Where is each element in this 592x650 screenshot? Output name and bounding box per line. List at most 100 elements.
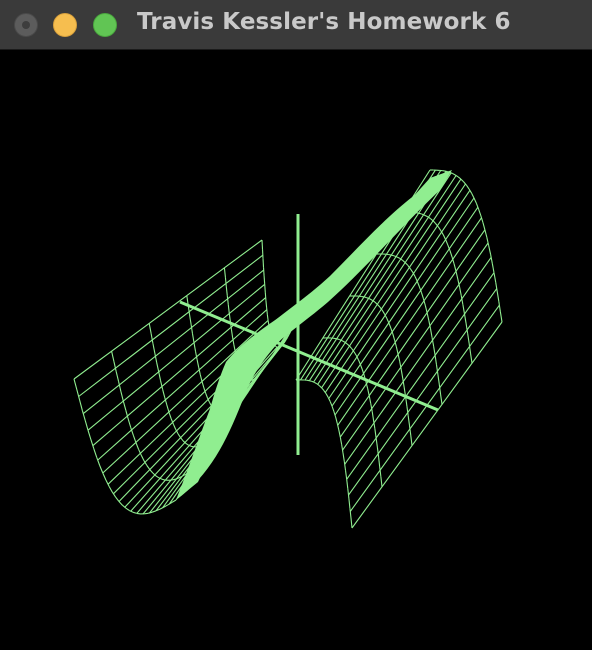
left-ribbon-rail <box>263 275 266 285</box>
left-ribbon-rail <box>118 501 123 506</box>
left-ribbon-rail <box>115 496 120 502</box>
left-ribbon-rail <box>99 465 104 474</box>
right-ribbon-rail <box>353 351 357 356</box>
left-ribbon-rail <box>196 359 200 368</box>
right-ribbon-rail <box>339 437 343 445</box>
left-ribbon-rail <box>129 510 134 513</box>
zoom-button[interactable] <box>93 13 117 37</box>
close-button[interactable] <box>14 13 38 37</box>
surface-center-band <box>176 170 452 500</box>
left-ribbon-rail <box>155 475 160 479</box>
right-ribbon-rail <box>341 444 344 453</box>
right-ribbon-rail <box>325 393 329 398</box>
right-ribbon-rail <box>361 295 365 298</box>
right-ribbon-rail <box>442 170 447 172</box>
right-ribbon-rail <box>349 345 353 350</box>
right-ribbon-rail <box>473 197 477 204</box>
left-ribbon-rail <box>193 342 197 352</box>
left-ribbon-rail <box>93 448 98 458</box>
app-window: Travis Kessler's Homework 6 <box>0 0 592 650</box>
left-ribbon-rail <box>190 324 194 334</box>
left-ribbon-rail <box>122 400 127 411</box>
right-ribbon-rail <box>496 291 500 302</box>
right-ribbon-rail <box>346 479 349 489</box>
right-ribbon-rung <box>344 257 492 465</box>
right-ribbon-rail <box>350 517 353 529</box>
render-canvas[interactable] <box>0 50 592 650</box>
right-ribbon-rail <box>482 222 486 230</box>
right-ribbon-rung <box>349 304 500 512</box>
left-ribbon-rail <box>156 362 160 372</box>
right-ribbon-rail <box>410 435 413 446</box>
right-ribbon-rail <box>341 340 345 343</box>
left-ribbon-rail <box>233 344 236 352</box>
left-ribbon-rail <box>199 374 203 382</box>
left-ribbon-rail <box>140 455 145 461</box>
right-ribbon-rail <box>445 239 449 246</box>
left-ribbon-rail <box>118 381 122 392</box>
right-ribbon-rail <box>490 254 493 264</box>
left-ribbon-rail <box>148 323 152 334</box>
right-ribbon-rail <box>449 250 453 258</box>
right-ribbon-rail <box>395 346 399 355</box>
right-ribbon-rail <box>375 437 378 448</box>
right-ribbon-rail <box>321 387 325 391</box>
left-ribbon-rail <box>175 477 179 480</box>
left-ribbon-rail <box>171 478 176 481</box>
left-ribbon-rail <box>154 352 158 363</box>
left-ribbon-rail <box>135 442 140 450</box>
right-ribbon-rail <box>437 374 440 385</box>
right-ribbon-rail <box>460 178 465 183</box>
left-ribbon-rail <box>76 389 81 401</box>
title-bar[interactable]: Travis Kessler's Homework 6 <box>0 0 592 50</box>
right-ribbon-rail <box>462 304 466 315</box>
right-ribbon-rail <box>338 429 341 438</box>
right-ribbon-rail <box>316 383 320 387</box>
right-ribbon-rail <box>333 337 337 340</box>
right-ribbon-rail <box>424 305 428 313</box>
right-ribbon-rail <box>416 280 420 287</box>
right-ribbon-rail <box>309 380 313 382</box>
left-ribbon-rail <box>194 351 198 360</box>
right-ribbon-rail <box>434 355 438 365</box>
right-ribbon-rail <box>367 388 370 396</box>
left-ribbon-rail <box>262 267 265 276</box>
left-ribbon-rail <box>152 343 156 354</box>
left-ribbon-rail <box>262 258 265 268</box>
right-ribbon-rail <box>463 313 467 324</box>
right-ribbon-rail <box>314 381 318 385</box>
left-ribbon-rail <box>166 404 170 413</box>
right-ribbon-rail <box>493 272 497 283</box>
left-ribbon-rail <box>171 499 177 503</box>
left-ribbon-rail <box>84 420 89 431</box>
right-ribbon-rail <box>349 508 352 519</box>
left-ribbon-rail <box>232 337 235 345</box>
left-ribbon-rail <box>162 389 166 398</box>
left-ribbon-rail <box>168 411 172 419</box>
right-ribbon-rail <box>306 379 310 382</box>
right-ribbon-rail <box>459 287 462 296</box>
left-ribbon-rail <box>125 507 130 512</box>
left-ribbon-rail <box>146 465 151 470</box>
right-ribbon-rail <box>409 268 414 273</box>
left-ribbon-rail <box>275 345 278 348</box>
left-ribbon-rail <box>132 435 137 443</box>
left-ribbon-rail <box>108 486 113 493</box>
left-ribbon-rail <box>161 478 166 481</box>
left-ribbon-rail <box>205 392 209 399</box>
left-ribbon-rail <box>180 437 184 442</box>
left-ribbon-rail <box>177 433 182 439</box>
left-ribbon-rail <box>264 292 267 301</box>
left-ribbon-rail <box>111 351 115 362</box>
minimize-button[interactable] <box>53 13 77 37</box>
right-ribbon-rail <box>397 354 401 363</box>
right-ribbon-rail <box>453 263 457 272</box>
right-ribbon-rail <box>402 259 406 264</box>
right-ribbon-rail <box>451 172 456 176</box>
right-ribbon-rail <box>329 401 333 407</box>
right-ribbon-rail <box>369 298 373 301</box>
left-ribbon-rail <box>132 511 137 514</box>
right-ribbon-rail <box>426 312 430 321</box>
left-ribbon-rail <box>120 391 124 402</box>
right-ribbon-rail <box>380 476 383 487</box>
